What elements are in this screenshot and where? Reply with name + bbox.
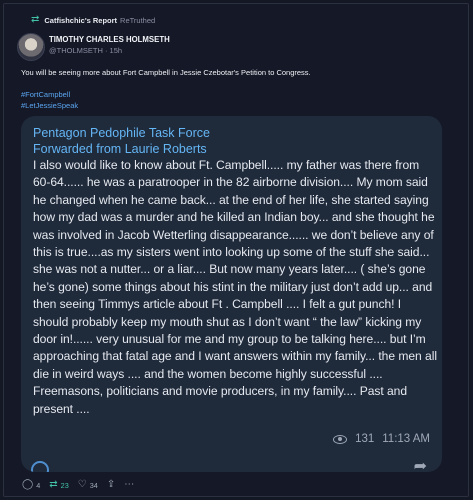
telegram-views: 131 — [355, 433, 375, 445]
telegram-title: Pentagon Pedophile Task Force Forwarded … — [33, 125, 210, 157]
reply-button[interactable]: ◯ 4 — [22, 480, 40, 490]
retruth-icon: ⇄ — [31, 14, 40, 25]
hashtag-letjessiespeak[interactable]: #LetJessieSpeak — [21, 100, 78, 111]
more-icon: ⋯ — [124, 479, 135, 490]
action-bar: ◯ 4 ⇄ 23 ♡ 34 ⇪ ⋯ — [22, 480, 134, 490]
post-text: You will be seeing more about Fort Campb… — [21, 68, 311, 77]
reply-count: 4 — [36, 480, 41, 490]
like-button[interactable]: ♡ 34 — [78, 480, 98, 490]
more-button[interactable]: ⋯ — [124, 480, 134, 490]
arrow-icon: ➦ — [413, 458, 427, 472]
retruth-label: ReTruthed — [120, 15, 156, 25]
retruth-count: 23 — [60, 480, 69, 490]
telegram-forwarded: Forwarded from Laurie Roberts — [33, 142, 207, 156]
truth-post: ⇄ Catfishchic's Report ReTruthed TIMOTHY… — [3, 3, 469, 497]
eye-icon — [333, 434, 348, 444]
hashtag-fortcampbell[interactable]: #FortCampbell — [21, 89, 78, 100]
retruth-icon: ⇄ — [49, 479, 58, 490]
like-count: 34 — [89, 480, 98, 490]
telegram-message: I also would like to know about Ft. Camp… — [33, 158, 437, 416]
share-button[interactable]: ⇪ — [107, 480, 115, 490]
telegram-time: 11:13 AM — [382, 433, 430, 445]
retruth-button[interactable]: ⇄ 23 — [49, 480, 69, 490]
telegram-channel: Pentagon Pedophile Task Force — [33, 126, 210, 140]
retruth-banner: ⇄ Catfishchic's Report ReTruthed — [31, 15, 155, 25]
circle-icon — [31, 461, 49, 472]
author-handle-time: @THOLMSETH · 15h — [49, 46, 123, 55]
reply-icon: ◯ — [22, 479, 34, 490]
share-icon: ⇪ — [106, 479, 116, 490]
author-name[interactable]: TIMOTHY CHARLES HOLMSETH — [49, 35, 170, 44]
retruth-by[interactable]: Catfishchic's Report — [44, 16, 117, 25]
author-handle[interactable]: @THOLMSETH — [49, 46, 103, 55]
avatar[interactable] — [17, 33, 45, 61]
telegram-meta: 131 11:13 AM — [333, 433, 430, 445]
telegram-screenshot[interactable]: Pentagon Pedophile Task Force Forwarded … — [21, 116, 442, 472]
heart-icon: ♡ — [77, 479, 87, 490]
post-time: 15h — [109, 46, 123, 55]
hashtags: #FortCampbell #LetJessieSpeak — [21, 89, 78, 111]
